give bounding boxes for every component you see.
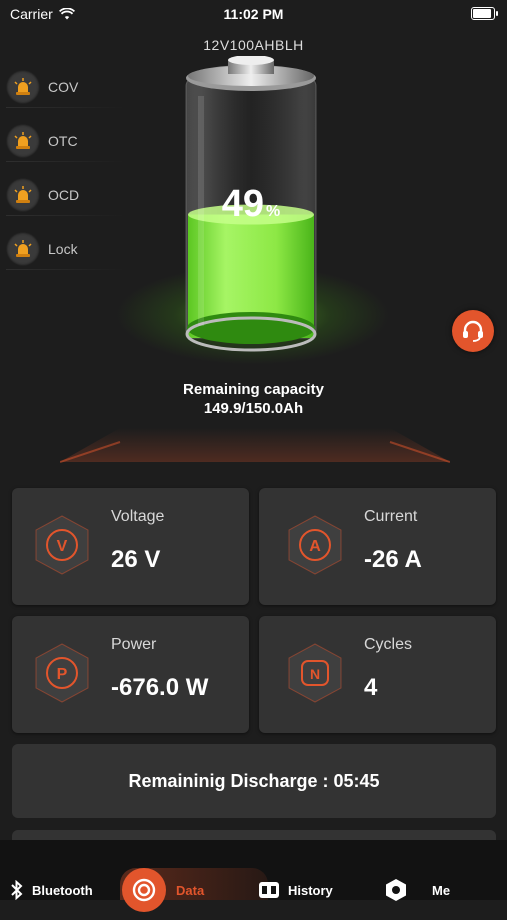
cycles-title: Cycles: [364, 636, 413, 653]
current-value: -26 A: [364, 546, 422, 573]
cycles-icon-letter: N: [310, 666, 320, 682]
alarm-ocd: OCD: [6, 168, 126, 222]
battery-percent-unit: %: [266, 203, 281, 220]
voltage-value: 26 V: [111, 546, 161, 573]
tab-data-circle[interactable]: [122, 868, 166, 912]
tab-me-label: Me: [432, 882, 451, 898]
headset-icon: [463, 320, 483, 342]
voltage-title: Voltage: [111, 508, 165, 525]
alarm-light-icon: [6, 232, 40, 266]
tab-bluetooth-label: Bluetooth: [32, 882, 93, 898]
alarm-light-icon: [6, 124, 40, 158]
battery-percent-value: 49: [221, 183, 265, 225]
current-icon-letter: A: [309, 538, 321, 555]
status-battery-icon: [471, 7, 498, 20]
alarm-label: Lock: [48, 241, 78, 257]
alarm-lock: Lock: [6, 222, 126, 276]
status-bar: Carrier 11:02 PM: [0, 0, 507, 28]
me-icon: [384, 878, 408, 902]
cycles-value: 4: [364, 674, 378, 701]
voltage-card: V Voltage 26 V: [12, 488, 249, 605]
power-title: Power: [111, 636, 157, 653]
voltage-icon: V: [35, 515, 89, 575]
stage-platform: [60, 428, 450, 463]
tab-bluetooth[interactable]: Bluetooth: [10, 860, 93, 920]
alarm-otc: OTC: [6, 114, 126, 168]
remaining-capacity: Remaining capacity 149.9/150.0Ah: [0, 380, 507, 418]
voltage-icon-letter: V: [57, 538, 68, 555]
power-icon: P: [35, 643, 89, 703]
alarm-light-icon: [6, 70, 40, 104]
remaining-discharge: Remaininig Discharge : 05:45: [12, 744, 496, 818]
remaining-capacity-value: 149.9/150.0Ah: [203, 400, 304, 417]
tab-me[interactable]: Me: [384, 860, 450, 920]
power-icon-letter: P: [57, 666, 68, 683]
current-card: A Current -26 A: [259, 488, 496, 605]
tab-data[interactable]: Data: [176, 860, 204, 920]
alarm-label: OCD: [48, 187, 80, 203]
current-title: Current: [364, 508, 418, 525]
cycles-icon: N: [288, 643, 342, 703]
bluetooth-icon: [10, 880, 24, 900]
history-icon: [258, 880, 280, 900]
battery-percentage: 49%: [176, 183, 326, 226]
cycles-card: N Cycles 4: [259, 616, 496, 733]
clock: 11:02 PM: [223, 6, 284, 22]
tab-history[interactable]: History: [258, 860, 333, 920]
alarm-cov: COV: [6, 60, 126, 114]
alarm-label: OTC: [48, 133, 78, 149]
data-icon: [132, 878, 156, 902]
alarm-label: COV: [48, 79, 79, 95]
power-value: -676.0 W: [111, 674, 209, 701]
support-button[interactable]: [452, 310, 494, 352]
device-name: 12V100AHBLH: [203, 37, 304, 53]
alarm-list: COV OTC OCD Lock: [6, 60, 126, 276]
tab-data-label: Data: [176, 882, 205, 898]
remaining-capacity-label: Remaining capacity: [183, 381, 324, 398]
power-card: P Power -676.0 W: [12, 616, 249, 733]
tab-history-label: History: [288, 882, 333, 898]
alarm-light-icon: [6, 178, 40, 212]
current-icon: A: [288, 515, 342, 575]
